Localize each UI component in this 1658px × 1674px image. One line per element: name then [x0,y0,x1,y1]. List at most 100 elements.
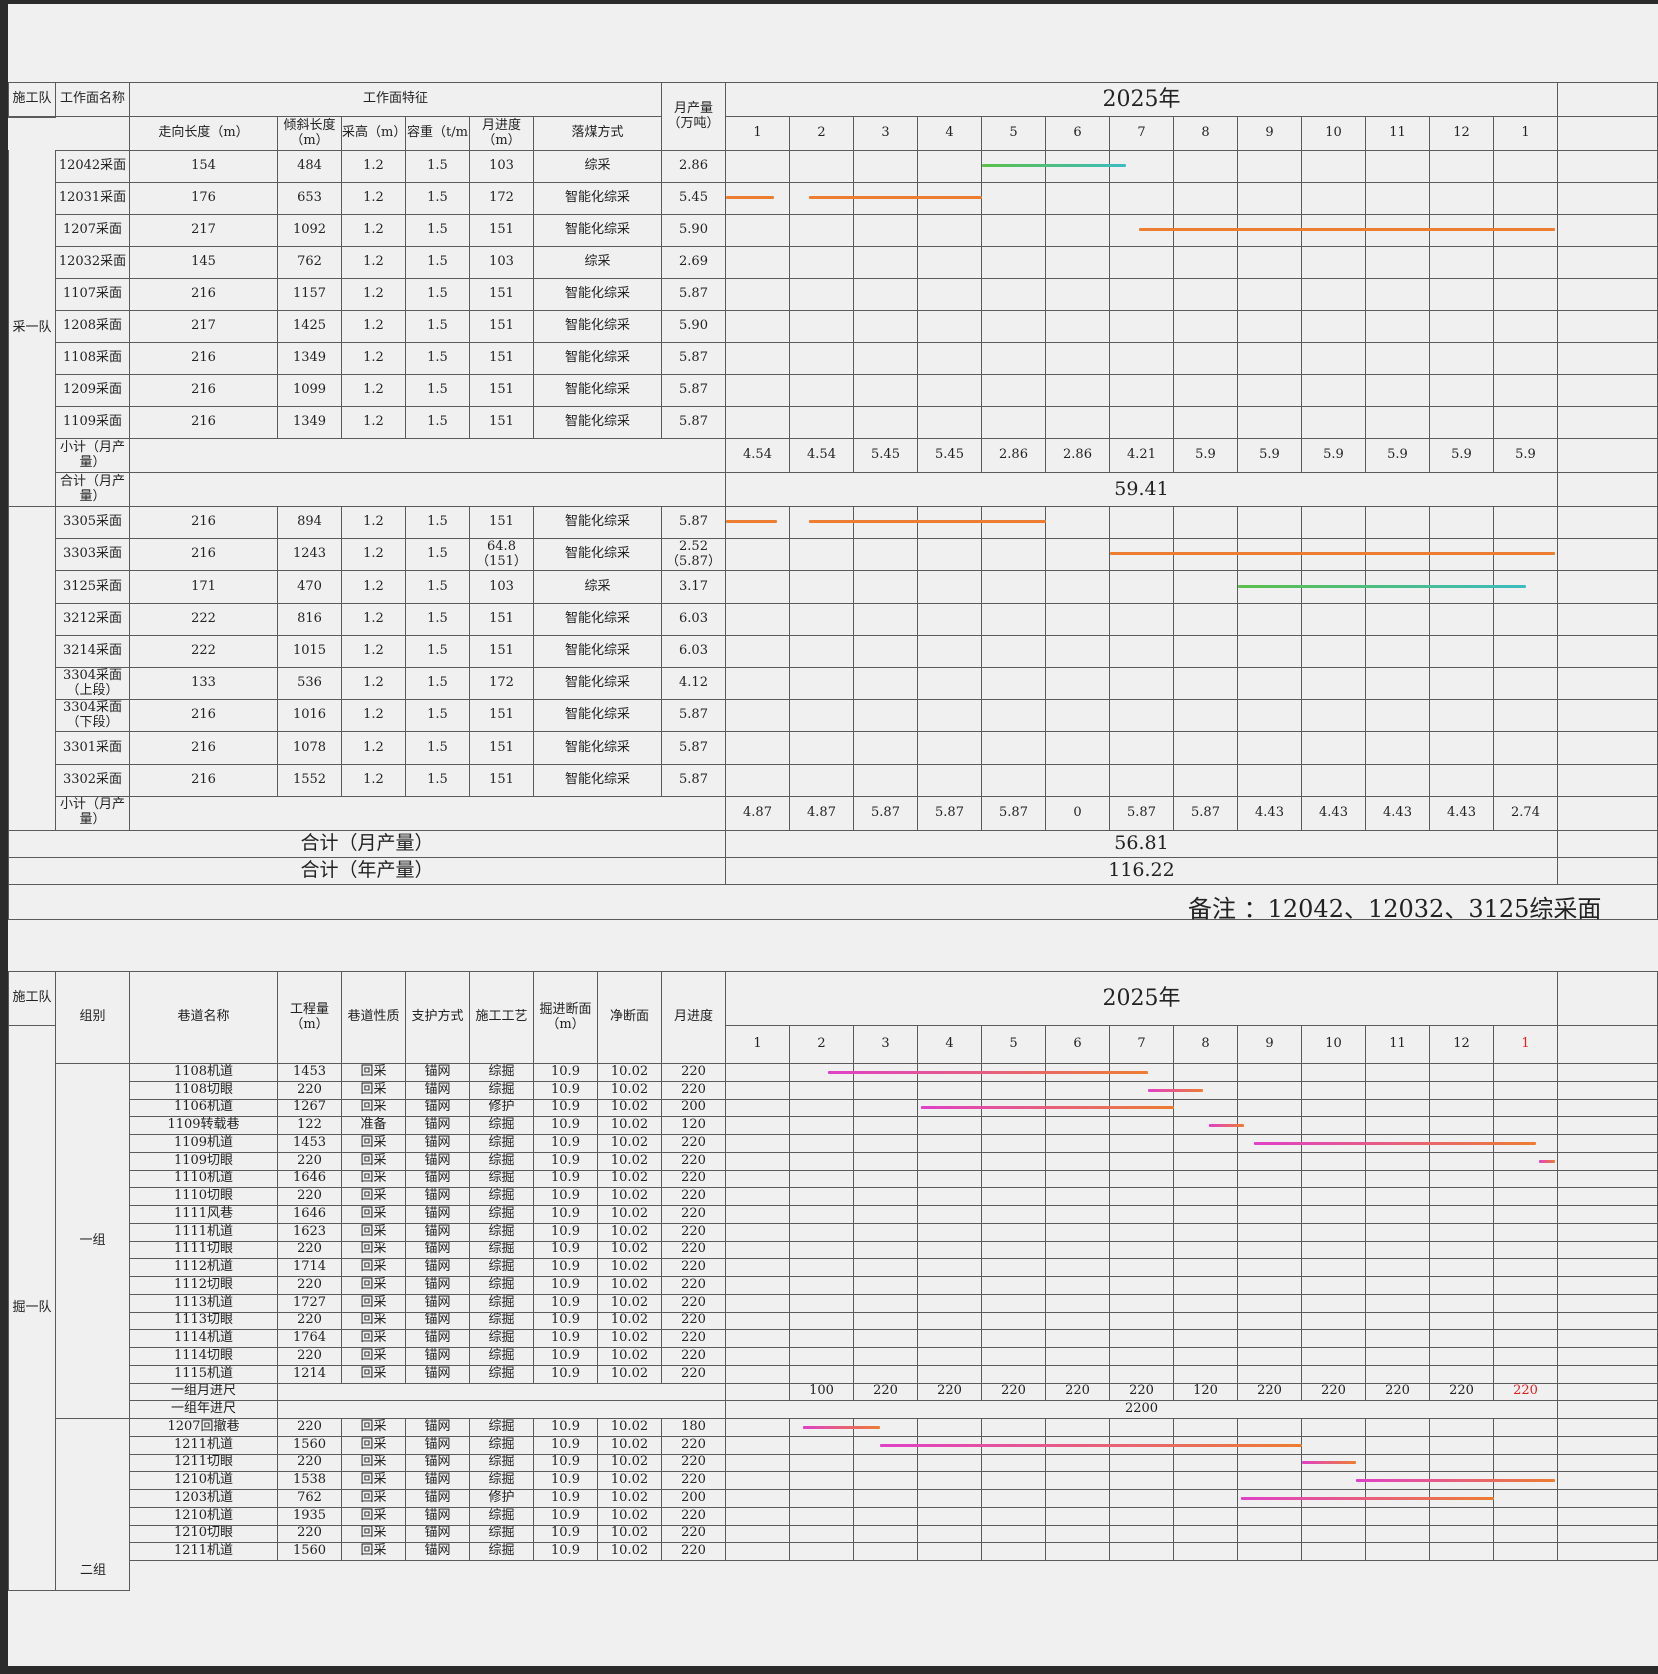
schedule-cell[interactable] [1430,1330,1494,1348]
schedule-cell[interactable] [1366,1081,1430,1100]
schedule-cell[interactable] [1558,375,1658,407]
month-header[interactable]: 5 [982,1026,1046,1064]
monthly-advance[interactable]: 151 [470,343,534,375]
tunnel-name[interactable]: 1111风巷 [130,1206,278,1224]
schedule-cell[interactable] [982,151,1046,183]
schedule-cell[interactable] [1558,700,1658,733]
schedule-cell[interactable] [1110,247,1174,279]
section[interactable]: 10.9 [534,1117,598,1135]
schedule-cell[interactable] [1174,1507,1238,1526]
schedule-cell[interactable] [1430,1188,1494,1206]
monthly-advance[interactable]: 151 [470,507,534,540]
net-section[interactable]: 10.02 [598,1188,662,1206]
net-section[interactable]: 10.02 [598,1277,662,1295]
schedule-cell[interactable] [1494,343,1558,375]
coal-method[interactable]: 智能化综采 [534,375,662,407]
team-name-2[interactable] [8,507,56,831]
tunnel-name[interactable]: 1111切眼 [130,1241,278,1260]
schedule-cell[interactable] [726,1277,790,1295]
nature[interactable]: 回采 [342,1152,406,1171]
process[interactable]: 综掘 [470,1348,534,1366]
schedule-cell[interactable] [918,1454,982,1473]
schedule-cell[interactable] [1430,247,1494,279]
schedule-cell[interactable] [854,1543,918,1561]
schedule-cell[interactable] [1494,1365,1558,1384]
net-section[interactable]: 10.02 [598,1135,662,1153]
advance[interactable]: 220 [662,1206,726,1224]
monthly-output[interactable]: 5.87 [662,407,726,439]
schedule-cell[interactable] [1238,1099,1302,1118]
nature[interactable]: 回采 [342,1188,406,1206]
section[interactable]: 10.9 [534,1525,598,1544]
schedule-cell[interactable] [790,1117,854,1135]
schedule-cell[interactable] [726,215,790,247]
face-name[interactable]: 1208采面 [56,311,130,343]
schedule-cell[interactable] [790,279,854,311]
month-header[interactable]: 12 [1430,117,1494,151]
monthly-output[interactable]: 2.52 （5.87） [662,539,726,572]
header-incline[interactable]: 倾斜长度 （m） [278,117,342,151]
schedule-cell[interactable] [982,1525,1046,1544]
monthly-output[interactable]: 5.45 [662,183,726,215]
schedule-cell[interactable] [982,1135,1046,1153]
header-features[interactable]: 工作面特征 [130,83,662,117]
schedule-cell[interactable] [1558,1152,1658,1171]
quantity[interactable]: 220 [278,1241,342,1260]
mining-height[interactable]: 1.2 [342,151,406,183]
strike-length[interactable]: 216 [130,764,278,797]
strike-length[interactable]: 145 [130,247,278,279]
schedule-cell[interactable] [1558,1454,1658,1473]
schedule-cell[interactable] [1366,375,1430,407]
schedule-cell[interactable] [1430,1277,1494,1295]
tunnel-name[interactable]: 1114机道 [130,1330,278,1348]
schedule-cell[interactable] [918,1259,982,1277]
schedule-cell[interactable] [1302,1365,1366,1384]
schedule-cell[interactable] [854,1081,918,1100]
schedule-cell[interactable] [1110,1365,1174,1384]
schedule-cell[interactable] [726,151,790,183]
schedule-cell[interactable] [1174,1259,1238,1277]
schedule-cell[interactable] [1238,635,1302,668]
schedule-cell[interactable] [1238,1330,1302,1348]
density[interactable]: 1.5 [406,183,470,215]
schedule-cell[interactable] [1302,507,1366,540]
schedule-cell[interactable] [1302,764,1366,797]
schedule-cell[interactable] [1110,700,1174,733]
schedule-cell[interactable] [854,1241,918,1260]
monthly-advance[interactable]: 151 [470,700,534,733]
incline-length[interactable]: 1078 [278,732,342,765]
strike-length[interactable]: 216 [130,407,278,439]
schedule-cell[interactable] [1558,1259,1658,1277]
schedule-cell[interactable] [1110,151,1174,183]
grand-month-value[interactable]: 56.81 [726,830,1558,858]
schedule-cell[interactable] [918,1277,982,1295]
advance[interactable]: 120 [662,1117,726,1135]
schedule-cell[interactable] [1238,1241,1302,1260]
schedule-cell[interactable] [1430,1419,1494,1437]
schedule-cell[interactable] [790,151,854,183]
schedule-cell[interactable] [1494,183,1558,215]
advance[interactable]: 180 [662,1419,726,1437]
schedule-cell[interactable] [1110,1188,1174,1206]
support[interactable]: 锚网 [406,1436,470,1455]
nature[interactable]: 回采 [342,1081,406,1100]
process[interactable]: 修护 [470,1490,534,1508]
schedule-cell[interactable] [1558,1365,1658,1384]
schedule-cell[interactable] [982,247,1046,279]
schedule-cell[interactable] [1494,1117,1558,1135]
schedule-cell[interactable] [1174,1241,1238,1260]
schedule-cell[interactable] [1174,1277,1238,1295]
schedule-cell[interactable] [1174,407,1238,439]
header-tunnel-name[interactable]: 巷道名称 [130,972,278,1064]
advance[interactable]: 220 [662,1436,726,1455]
schedule-cell[interactable] [790,1543,854,1561]
schedule-cell[interactable] [1430,507,1494,540]
group-month-value[interactable]: 220 [1366,1383,1430,1402]
support[interactable]: 锚网 [406,1330,470,1348]
schedule-cell[interactable] [1558,1330,1658,1348]
schedule-cell[interactable] [1366,151,1430,183]
schedule-cell[interactable] [918,1081,982,1100]
schedule-cell[interactable] [1366,1223,1430,1242]
schedule-cell[interactable] [854,1259,918,1277]
schedule-cell[interactable] [982,1312,1046,1331]
